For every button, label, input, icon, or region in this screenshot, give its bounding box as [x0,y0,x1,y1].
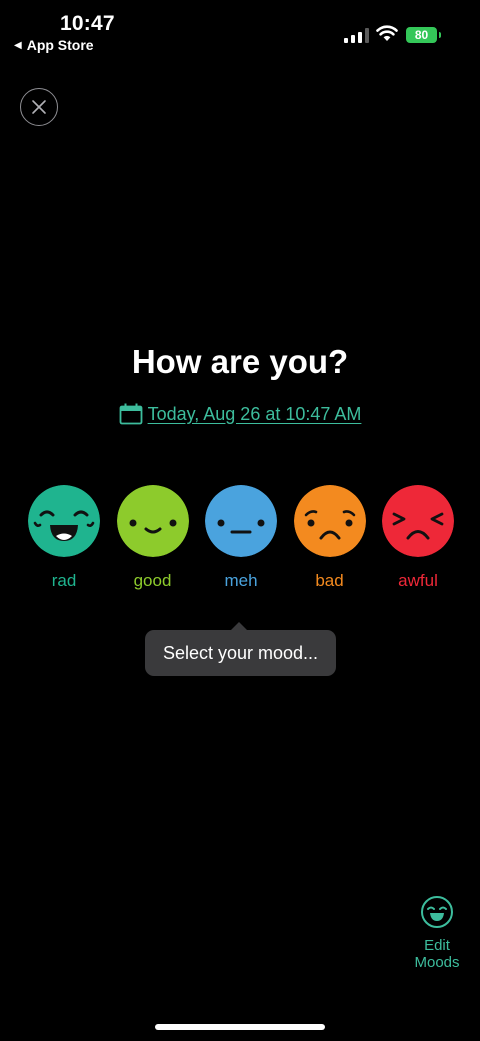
back-app-label: App Store [26,37,94,53]
meh-face-icon [205,485,277,557]
mood-awful[interactable]: awful [382,485,454,591]
select-mood-tooltip: Select your mood... [145,622,336,676]
mood-good[interactable]: good [116,485,189,591]
awful-face-icon [382,485,454,557]
good-face-icon [116,485,189,557]
tooltip-text: Select your mood... [162,642,319,663]
date-picker-link[interactable]: Today, Aug 26 at 10:47 AM [0,403,480,425]
wifi-icon [376,25,398,41]
rad-face-icon [28,485,100,557]
back-triangle-icon: ◀ [14,39,22,51]
calendar-icon [119,403,142,425]
battery-indicator: 80 [406,27,441,43]
home-indicator[interactable] [155,1024,325,1030]
page-title: How are you? [131,343,349,380]
edit-moods-button[interactable]: Edit Moods [408,895,466,971]
mood-label-good: good [133,571,172,590]
cellular-signal-icon [344,28,369,43]
back-to-app-store[interactable]: ◀ App Store [14,37,94,53]
edit-moods-label-line1: Edit [424,937,450,954]
mood-label-meh: meh [224,571,258,590]
bad-face-icon [293,485,366,557]
mood-meh[interactable]: meh [205,485,277,591]
close-button[interactable] [20,88,58,126]
mood-label-awful: awful [398,571,438,590]
date-label: Today, Aug 26 at 10:47 AM [147,403,362,424]
battery-level: 80 [414,28,429,42]
mood-bad[interactable]: bad [293,485,366,591]
edit-moods-label-line2: Moods [414,954,460,971]
mood-selector: rad good meh bad awful [28,485,454,591]
close-icon [32,100,46,114]
mood-label-rad: rad [51,571,77,590]
edit-moods-face-icon [421,896,453,928]
mood-rad[interactable]: rad [28,485,100,591]
status-time: 10:47 [60,12,115,35]
mood-label-bad: bad [315,571,344,590]
